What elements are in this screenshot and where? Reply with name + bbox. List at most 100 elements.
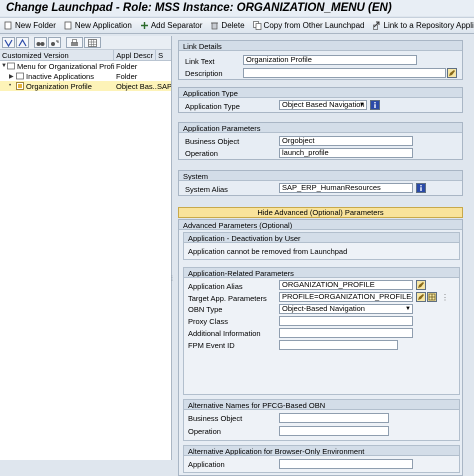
toolbar: New Folder New Application Add Separator… (0, 17, 474, 34)
chevron-down-icon: ▼ (359, 101, 365, 109)
layout-button[interactable] (84, 37, 101, 48)
alt-application-input[interactable] (279, 459, 413, 469)
proxy-class-label: Proxy Class (188, 317, 228, 326)
application-alias-edit-button[interactable] (416, 280, 426, 290)
fpm-event-id-input[interactable] (279, 340, 398, 350)
print-button[interactable] (66, 37, 83, 48)
description-edit-button[interactable] (447, 68, 457, 78)
trash-icon (210, 21, 219, 30)
system-alias-info-button[interactable] (416, 183, 426, 193)
find-button[interactable] (34, 37, 47, 48)
collapse-button[interactable] (16, 37, 29, 48)
obn-type-value: Object-Based Navigation (282, 304, 365, 313)
application-type-header: Application Type (179, 88, 462, 98)
info-icon (371, 101, 379, 109)
link-details-group: Link Details Link Text Organization Prof… (178, 40, 463, 80)
binoculars-icon (36, 39, 45, 47)
alternative-application-group: Alternative Application for Browser-Only… (183, 445, 460, 473)
target-app-parameters-input[interactable]: PROFILE=ORGANIZATION_PROFILE&SU... (279, 292, 413, 302)
business-object-label: Business Object (185, 137, 239, 146)
tree-row-label: Organization Profile (26, 82, 92, 91)
delete-button[interactable]: Delete (207, 18, 247, 33)
tree-toolbar (0, 36, 171, 50)
column-customized-version[interactable]: Customized Version (0, 50, 114, 60)
print-icon (70, 39, 79, 47)
tree-row-organization-profile[interactable]: • Organization Profile Object Bas... SAP (0, 81, 171, 91)
application-related-header: Application-Related Parameters (184, 268, 459, 278)
new-application-icon (64, 21, 73, 30)
add-separator-button[interactable]: Add Separator (137, 18, 206, 33)
column-appl-descr[interactable]: Appl Descr (114, 50, 156, 60)
business-object-input[interactable]: Orgobject (279, 136, 413, 146)
deactivation-header: Application - Deactivation by User (184, 233, 459, 243)
application-related-group: Application-Related Parameters Applicati… (183, 267, 460, 395)
target-parameters-edit-button[interactable] (416, 292, 426, 302)
copy-from-other-label: Copy from Other Launchpad (264, 21, 365, 30)
add-separator-icon (140, 21, 149, 30)
alternative-names-group: Alternative Names for PFCG-Based OBN Bus… (183, 399, 460, 441)
target-app-parameters-label: Target App. Parameters (188, 294, 267, 303)
obn-type-label: OBN Type (188, 305, 222, 314)
find-next-button[interactable] (48, 37, 61, 48)
application-type-info-button[interactable] (370, 100, 380, 110)
column-s[interactable]: S (156, 50, 171, 60)
additional-information-input[interactable] (279, 328, 413, 338)
new-folder-label: New Folder (15, 21, 56, 30)
application-alias-input[interactable]: ORGANIZATION_PROFILE (279, 280, 413, 290)
alt-application-label: Application (188, 460, 225, 469)
application-parameters-group: Application Parameters Business Object O… (178, 122, 463, 160)
tree-row-descr: Folder (115, 72, 157, 81)
link-text-label: Link Text (185, 57, 214, 66)
collapsed-arrow-icon[interactable]: ▶ (9, 73, 16, 80)
application-type-select[interactable]: Object Based Navigation▼ (279, 100, 367, 110)
tree-header: Customized Version Appl Descr S (0, 50, 171, 61)
application-alias-label: Application Alias (188, 282, 243, 291)
operation-input[interactable]: launch_profile (279, 148, 413, 158)
info-icon (417, 184, 425, 192)
link-to-repository-button[interactable]: Link to a Repository Application (370, 18, 474, 33)
new-folder-button[interactable]: New Folder (1, 18, 59, 33)
deactivation-group: Application - Deactivation by User Appli… (183, 232, 460, 260)
system-header: System (179, 171, 462, 181)
obn-type-select[interactable]: Object-Based Navigation▼ (279, 304, 413, 314)
alt-business-object-label: Business Object (188, 414, 242, 423)
pencil-icon (417, 293, 425, 301)
pencil-icon (417, 281, 425, 289)
folder-icon (16, 72, 24, 80)
grid-icon (88, 39, 97, 47)
link-text-input[interactable]: Organization Profile (243, 55, 417, 65)
expand-button[interactable] (2, 37, 15, 48)
alternative-names-header: Alternative Names for PFCG-Based OBN (184, 400, 459, 410)
delete-label: Delete (221, 21, 244, 30)
system-alias-input[interactable]: SAP_ERP_HumanResources (279, 183, 413, 193)
system-alias-label: System Alias (185, 185, 228, 194)
new-application-button[interactable]: New Application (61, 18, 135, 33)
alt-operation-label: Operation (188, 427, 221, 436)
tree-row-descr: Folder (115, 62, 157, 71)
application-type-label: Application Type (185, 102, 240, 111)
new-application-label: New Application (75, 21, 132, 30)
new-folder-icon (4, 21, 13, 30)
proxy-class-input[interactable] (279, 316, 413, 326)
application-icon (16, 82, 24, 90)
tree-row-menu[interactable]: ▼ Menu for Organizational Profile Folder (0, 61, 171, 71)
details-panel: Link Details Link Text Organization Prof… (175, 36, 474, 460)
alt-operation-input[interactable] (279, 426, 389, 436)
target-parameters-grid-button[interactable] (427, 292, 437, 302)
link-details-header: Link Details (179, 41, 462, 51)
vertical-scrollbar[interactable] (466, 36, 474, 460)
splitter-handle[interactable]: ⁞ (171, 276, 174, 286)
find-next-icon (50, 39, 59, 47)
expand-icon (4, 39, 13, 47)
description-input[interactable] (243, 68, 446, 78)
more-options-icon[interactable]: ⋮ (441, 293, 449, 302)
fpm-event-id-label: FPM Event ID (188, 341, 235, 350)
deactivation-text: Application cannot be removed from Launc… (188, 247, 347, 256)
collapse-icon (18, 39, 27, 47)
link-to-repository-label: Link to a Repository Application (384, 21, 474, 30)
hide-advanced-parameters-button[interactable]: Hide Advanced (Optional) Parameters (178, 207, 463, 218)
alt-business-object-input[interactable] (279, 413, 389, 423)
tree-row-inactive-applications[interactable]: ▶ Inactive Applications Folder (0, 71, 171, 81)
tree-row-label: Menu for Organizational Profile (17, 62, 115, 71)
copy-from-other-launchpad-button[interactable]: Copy from Other Launchpad (250, 18, 368, 33)
